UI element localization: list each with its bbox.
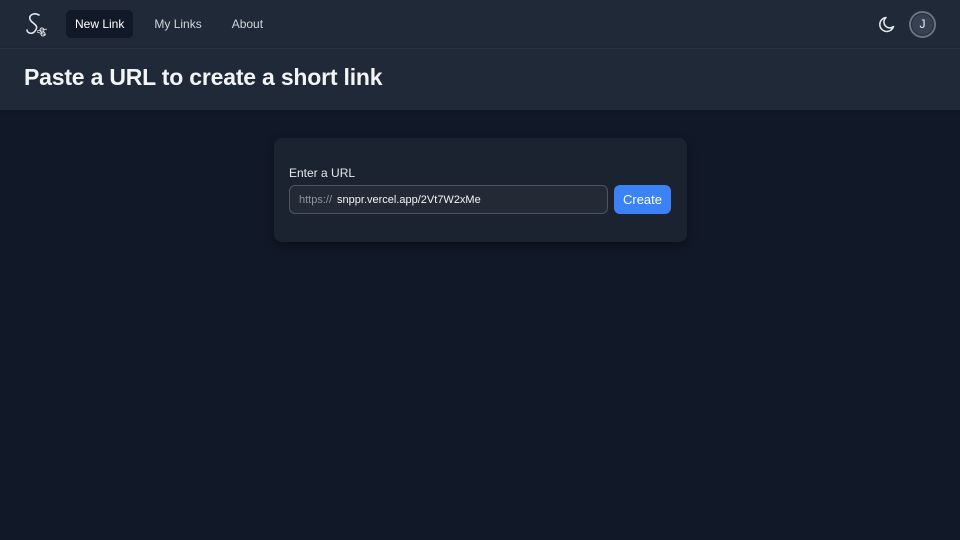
page-title: Paste a URL to create a short link <box>24 64 383 90</box>
top-navbar: New Link My Links About J <box>0 0 960 48</box>
page-header: Paste a URL to create a short link <box>0 48 960 110</box>
nav-about[interactable]: About <box>223 10 272 38</box>
moon-icon[interactable] <box>877 13 899 35</box>
url-field-label: Enter a URL <box>289 166 356 180</box>
scissors-s-logo-icon[interactable] <box>22 10 50 38</box>
create-button[interactable]: Create <box>614 185 671 214</box>
nav-links: New Link My Links About <box>66 10 272 38</box>
url-prefix: https:// <box>299 193 333 206</box>
url-field[interactable]: https:// <box>289 185 608 214</box>
nav-my-links[interactable]: My Links <box>145 10 210 38</box>
user-avatar[interactable]: J <box>909 11 936 38</box>
nav-new-link[interactable]: New Link <box>66 10 134 38</box>
url-input[interactable] <box>337 188 607 211</box>
create-link-card: Enter a URL https:// Create <box>274 138 687 242</box>
